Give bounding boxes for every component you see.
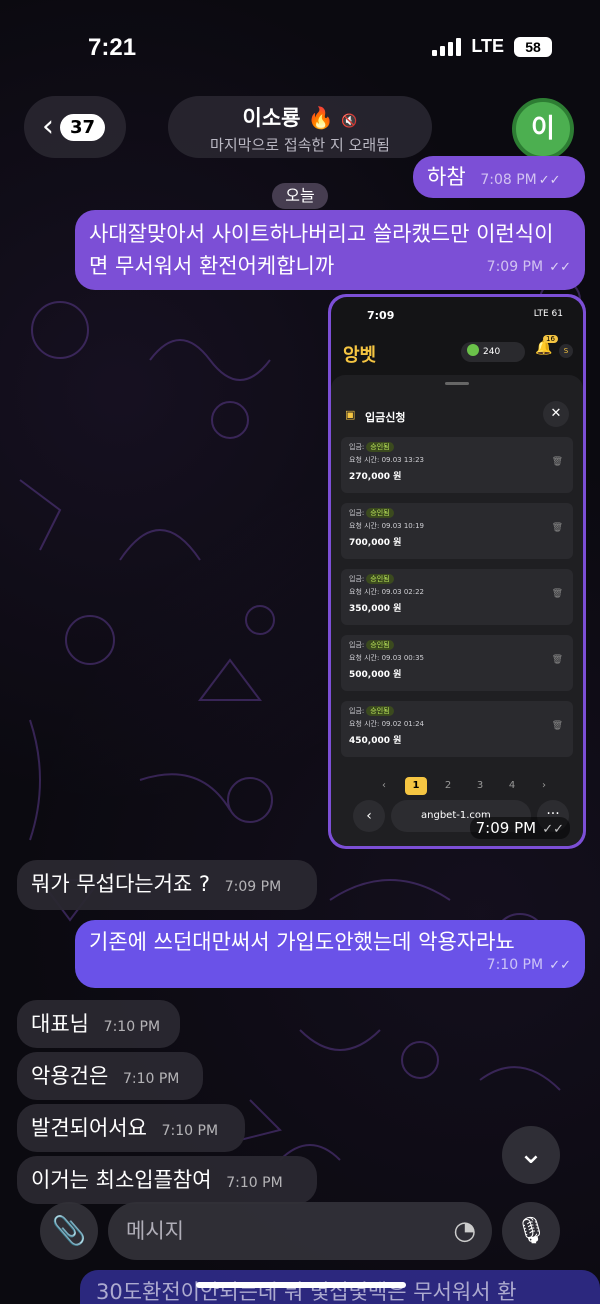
- home-indicator: [196, 1282, 406, 1288]
- sticker-icon[interactable]: ◔: [453, 1216, 476, 1246]
- trash-icon: 🗑: [551, 721, 563, 731]
- message-input[interactable]: [108, 1202, 428, 1260]
- screenshot-clock: 7:09: [367, 309, 395, 322]
- message-time: 7:09 PM: [475, 819, 537, 837]
- message-bubble[interactable]: 하참 7:08 PM ✓✓: [413, 156, 585, 198]
- read-checks-icon: ✓✓: [538, 173, 561, 188]
- deposit-item: 입금: 승인됨 요청 시간: 09.03 10:19 700,000 원 🗑: [341, 503, 573, 559]
- network-type: LTE: [471, 36, 504, 56]
- chat-title: 이소룡 🔥: [242, 106, 334, 130]
- status-indicators: LTE 58: [432, 36, 552, 57]
- status-badge: 승인됨: [366, 640, 394, 650]
- chevron-left-icon: ‹: [353, 800, 385, 832]
- wallet-icon: ▣: [345, 408, 356, 421]
- trash-icon: 🗑: [551, 523, 563, 533]
- message-time: 7:10 PM: [122, 1071, 180, 1087]
- site-logo: 앙벳: [343, 345, 377, 366]
- close-icon: ✕: [543, 401, 569, 427]
- trash-icon: 🗑: [551, 589, 563, 599]
- message-time: 7:10 PM: [161, 1123, 219, 1139]
- message-text: 기존에 쓰던대만써서 가입도안했는데 악용자라뇨: [89, 930, 515, 954]
- signal-icon: [432, 37, 462, 56]
- profile-icon: S: [559, 344, 573, 358]
- read-checks-icon: ✓✓: [545, 260, 571, 275]
- deposit-sheet: ▣ 입금신청 ✕ 입금: 승인됨 요청 시간: 09.03 13:23 270,0…: [331, 375, 583, 846]
- last-seen: 마지막으로 접속한 지 오래됨: [210, 136, 390, 154]
- message-bubble[interactable]: 이거는 최소입플참여 7:10 PM: [17, 1156, 317, 1204]
- trash-icon: 🗑: [551, 655, 563, 665]
- message-field: ◔: [108, 1202, 492, 1260]
- coin-icon: [467, 344, 479, 356]
- deposit-item: 입금: 승인됨 요청 시간: 09.02 01:24 450,000 원 🗑: [341, 701, 573, 757]
- message-bubble[interactable]: 기존에 쓰던대만써서 가입도안했는데 악용자라뇨 7:10 PM ✓✓: [75, 920, 585, 988]
- status-badge: 승인됨: [366, 508, 394, 518]
- status-badge: 승인됨: [366, 706, 394, 716]
- message-text: 발견되어서요: [31, 1116, 147, 1140]
- notification-badge: 16: [543, 335, 558, 343]
- message-bubble[interactable]: 악용건은 7:10 PM: [17, 1052, 203, 1100]
- message-text: 사대잘맞아서 사이트하나버리고 쓸라캤드만 이런식이면 무서워서 환전어케합니까: [89, 222, 554, 278]
- microphone-icon: 🎙: [514, 1216, 548, 1246]
- sheet-handle: [445, 382, 469, 385]
- mute-icon: 🔇: [341, 114, 358, 129]
- composer: 📎 ◔ 🎙: [0, 1200, 600, 1304]
- deposit-item: 입금: 승인됨 요청 시간: 09.03 00:35 500,000 원 🗑: [341, 635, 573, 691]
- read-checks-icon: ✓✓: [545, 958, 571, 973]
- chat-header: ‹ 37 이소룡 🔥 🔇 마지막으로 접속한 지 오래됨 이: [0, 96, 600, 160]
- message-text: 하참: [427, 165, 466, 189]
- coin-balance: 240: [461, 342, 525, 362]
- message-time: 7:10 PM: [486, 957, 544, 973]
- status-badge: 승인됨: [366, 574, 394, 584]
- message-text: 대표님: [31, 1012, 89, 1036]
- deposit-item: 입금: 승인됨 요청 시간: 09.03 02:22 350,000 원 🗑: [341, 569, 573, 625]
- chevron-down-icon: ⌄: [518, 1136, 544, 1171]
- status-bar: 7:21 LTE 58: [0, 0, 600, 96]
- attach-button[interactable]: 📎: [40, 1202, 98, 1260]
- message-time: 7:09 PM: [224, 879, 282, 895]
- message-bubble[interactable]: 대표님 7:10 PM: [17, 1000, 180, 1048]
- date-chip: 오늘: [272, 183, 328, 209]
- microphone-button[interactable]: 🎙: [502, 1202, 560, 1260]
- battery-icon: 58: [514, 36, 552, 57]
- chevron-left-icon: ‹: [42, 109, 54, 144]
- back-button[interactable]: ‹ 37: [24, 96, 126, 158]
- deposit-item: 입금: 승인됨 요청 시간: 09.03 13:23 270,000 원 🗑: [341, 437, 573, 493]
- message-time: 7:08 PM: [480, 172, 537, 188]
- message-time: 7:09 PM: [486, 259, 544, 275]
- status-badge: 승인됨: [366, 442, 394, 452]
- chat-title-button[interactable]: 이소룡 🔥 🔇 마지막으로 접속한 지 오래됨: [168, 96, 432, 158]
- message-text: 악용건은: [31, 1064, 109, 1088]
- unread-badge: 37: [60, 113, 106, 141]
- sheet-title: 입금신청: [365, 411, 406, 424]
- trash-icon: 🗑: [551, 457, 563, 467]
- message-time: 7:10 PM: [226, 1175, 283, 1191]
- message-bubble[interactable]: 뭐가 무섭다는거죠 ? 7:09 PM: [17, 860, 317, 910]
- screenshot-status: LTE 61: [533, 309, 563, 319]
- scroll-down-button[interactable]: ⌄: [502, 1126, 560, 1184]
- read-checks-icon: ✓✓: [538, 822, 564, 837]
- message-time: 7:10 PM: [103, 1019, 161, 1035]
- message-bubble[interactable]: 발견되어서요 7:10 PM: [17, 1104, 245, 1152]
- image-message[interactable]: 7:09 LTE 61 앙벳 240 🔔 16 S ▣ 입금신청 ✕ 입금: 승인…: [328, 294, 586, 849]
- message-text: 이거는 최소입플참여: [31, 1168, 212, 1192]
- screenshot-image: 7:09 LTE 61 앙벳 240 🔔 16 S ▣ 입금신청 ✕ 입금: 승인…: [331, 297, 583, 846]
- message-text: 뭐가 무섭다는거죠 ?: [31, 872, 211, 896]
- clock: 7:21: [88, 34, 137, 61]
- paperclip-icon: 📎: [51, 1214, 87, 1247]
- message-bubble[interactable]: 사대잘맞아서 사이트하나버리고 쓸라캤드만 이런식이면 무서워서 환전어케합니까…: [75, 210, 585, 290]
- pagination: ‹ 1 2 3 4 ›: [373, 777, 555, 795]
- avatar[interactable]: 이: [512, 98, 574, 160]
